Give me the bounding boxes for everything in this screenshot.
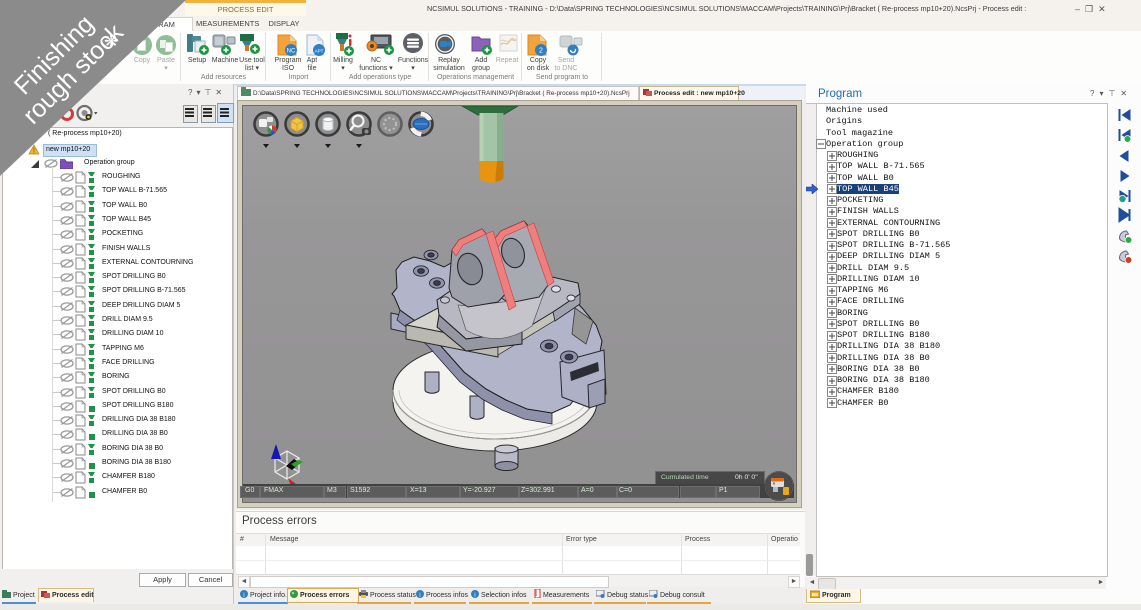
svg-text:NC: NC — [287, 49, 296, 55]
svg-text:!: ! — [33, 147, 35, 156]
svg-text:2: 2 — [539, 48, 543, 55]
svg-text:APT: APT — [315, 49, 324, 54]
